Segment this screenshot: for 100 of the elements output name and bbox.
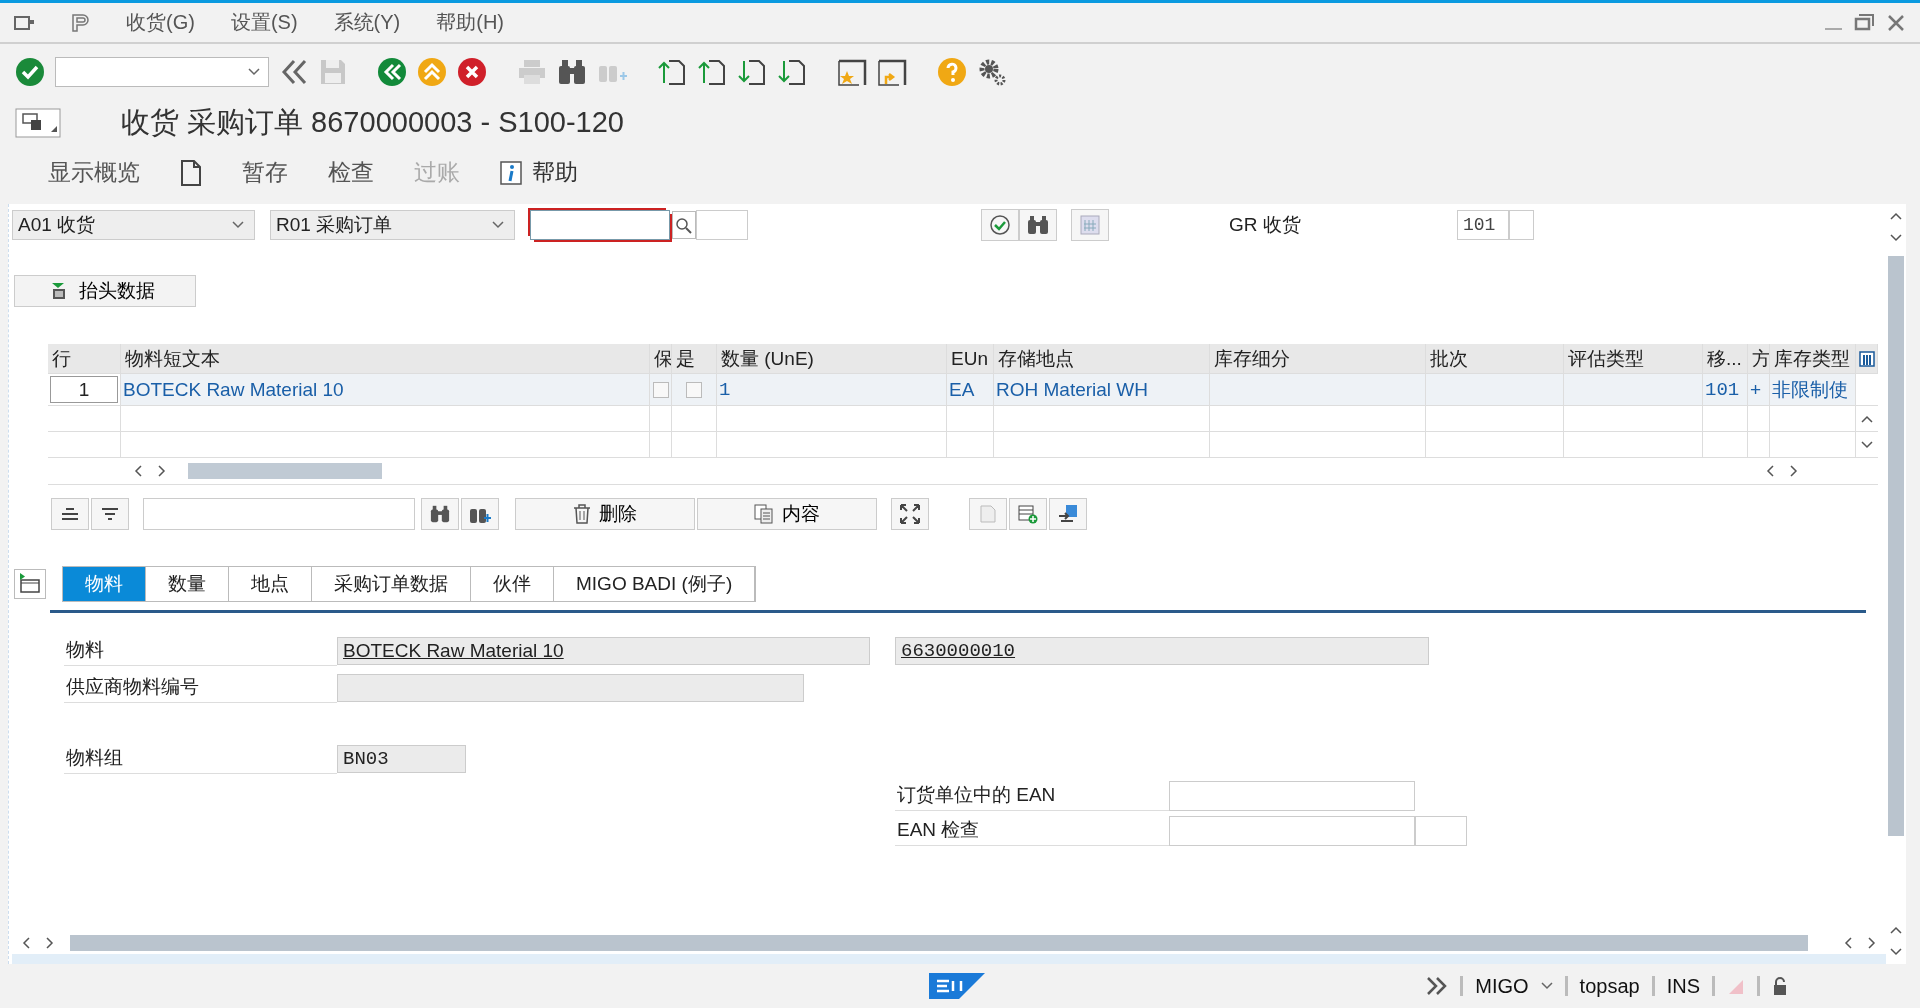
search-field[interactable]	[143, 498, 415, 530]
transaction-code[interactable]: MIGO	[1475, 974, 1529, 998]
column-header[interactable]: 物料短文本	[121, 344, 650, 373]
toolbar-button[interactable]: 暂存	[232, 153, 298, 192]
toolbar-button[interactable]: 检查	[318, 153, 384, 192]
scrollbar-thumb[interactable]	[1888, 256, 1904, 836]
find-next-button[interactable]	[461, 498, 499, 530]
scrollbar-thumb[interactable]	[188, 463, 382, 479]
scroll-left-icon[interactable]	[22, 937, 30, 949]
input-field[interactable]	[1509, 210, 1534, 240]
search-help-icon[interactable]	[672, 211, 696, 239]
movement-type-field[interactable]: 101	[1457, 210, 1509, 240]
scroll-up-icon[interactable]	[1890, 926, 1902, 934]
tab[interactable]: 物料	[63, 567, 146, 601]
column-header[interactable]: 批次	[1426, 344, 1564, 373]
scroll-down-icon[interactable]	[1890, 234, 1902, 242]
execute-button[interactable]	[981, 209, 1019, 241]
column-header[interactable]: 库存细分	[1210, 344, 1426, 373]
menu-item[interactable]: 系统(Y)	[333, 9, 401, 36]
action-dropdown[interactable]: A01 收货	[12, 210, 255, 240]
menu-item[interactable]: 帮助(H)	[436, 9, 504, 36]
column-header[interactable]: 库存类型	[1770, 344, 1856, 373]
ean-field[interactable]	[1169, 815, 1415, 846]
document-icon	[180, 159, 202, 186]
column-header[interactable]: 行	[48, 344, 121, 373]
toolbar-button[interactable]: 显示概览	[38, 153, 150, 192]
input-field[interactable]	[696, 210, 748, 240]
user-name: topsap	[1579, 974, 1640, 998]
command-field[interactable]	[55, 57, 269, 87]
table-cell: 1	[717, 373, 947, 405]
menu-item[interactable]: 设置(S)	[230, 9, 298, 36]
scroll-left-icon[interactable]	[134, 465, 142, 477]
chevron-down-icon	[232, 221, 244, 229]
column-header[interactable]: EUn	[947, 344, 994, 373]
column-header[interactable]: 存储地点	[994, 344, 1210, 373]
scroll-right-icon[interactable]	[1868, 937, 1876, 949]
scroll-left-icon[interactable]	[1844, 937, 1852, 949]
row-number-button[interactable]: 1	[50, 376, 118, 403]
field-label: 物料	[64, 635, 337, 666]
restore-icon[interactable]	[1854, 12, 1876, 33]
material-group-field[interactable]: BN03	[337, 744, 466, 773]
input-field[interactable]	[1415, 815, 1467, 846]
material-number-field[interactable]: 6630000010	[895, 636, 1429, 665]
column-header[interactable]: 评估类型	[1564, 344, 1703, 373]
back-icon[interactable]	[377, 57, 407, 87]
scroll-right-icon[interactable]	[1790, 465, 1798, 477]
fullscreen-button[interactable]	[891, 498, 929, 530]
add-row-button[interactable]	[1009, 498, 1047, 530]
table-cell	[947, 405, 994, 431]
double-chevron-right-icon[interactable]	[1426, 976, 1449, 996]
close-icon[interactable]	[1886, 12, 1906, 33]
tab-panel-icon[interactable]	[14, 569, 46, 599]
scroll-left-icon[interactable]	[1766, 465, 1774, 477]
page-up-icon[interactable]	[657, 57, 687, 87]
scroll-up-icon[interactable]	[1861, 414, 1873, 423]
document-number-field[interactable]	[530, 210, 670, 240]
binoculars-icon[interactable]	[557, 58, 587, 86]
scroll-down-icon[interactable]	[1861, 440, 1873, 449]
reference-dropdown[interactable]: R01 采购订单	[270, 210, 515, 240]
layout-icon[interactable]	[70, 12, 90, 33]
search-button[interactable]	[1019, 209, 1057, 241]
field-label: 订货单位中的 EAN	[895, 780, 1169, 811]
check-icon[interactable]	[15, 57, 45, 87]
search-button[interactable]	[421, 498, 459, 530]
scroll-up-icon[interactable]	[1890, 212, 1902, 220]
settings-icon[interactable]	[977, 57, 1007, 87]
vendor-material-field[interactable]	[337, 673, 804, 702]
chevron-down-icon[interactable]	[1540, 982, 1553, 990]
bookmark-icon[interactable]	[837, 57, 867, 87]
filter-icon	[100, 506, 120, 522]
scroll-down-icon[interactable]	[1890, 948, 1902, 956]
material-field[interactable]: BOTECK Raw Material 10	[337, 636, 870, 665]
checkbox[interactable]	[686, 381, 702, 398]
cancel-icon[interactable]	[457, 57, 487, 87]
column-header[interactable]: 移...	[1703, 344, 1748, 373]
menu-icon[interactable]	[14, 14, 34, 31]
scrollbar-thumb[interactable]	[70, 935, 1808, 951]
column-settings-icon[interactable]	[1858, 350, 1875, 367]
contents-button[interactable]: 内容	[697, 498, 877, 530]
scroll-right-icon[interactable]	[46, 937, 54, 949]
align-icon	[60, 506, 80, 522]
page-down-icon[interactable]	[737, 57, 767, 87]
ean-field[interactable]	[1169, 780, 1415, 811]
column-header[interactable]: 是	[672, 344, 717, 373]
checkbox[interactable]	[652, 381, 669, 398]
transfer-button[interactable]	[1049, 498, 1087, 530]
binoculars-icon	[430, 504, 450, 524]
page-down-icon[interactable]	[777, 57, 807, 87]
scroll-right-icon[interactable]	[158, 465, 166, 477]
page-up-icon[interactable]	[697, 57, 727, 87]
delete-button[interactable]: 删除	[515, 498, 695, 530]
menu-item[interactable]: 收货(G)	[126, 9, 195, 36]
double-chevron-left-icon[interactable]	[279, 58, 309, 86]
shortcut-icon[interactable]	[877, 57, 907, 87]
screen-menu-icon[interactable]	[15, 107, 61, 138]
column-header[interactable]: 数量 (UnE)	[717, 344, 947, 373]
header-data-button[interactable]: 抬头数据	[14, 275, 196, 307]
filter-button[interactable]	[91, 498, 129, 530]
help-button[interactable]: 帮助	[490, 153, 588, 192]
align-button[interactable]	[51, 498, 89, 530]
